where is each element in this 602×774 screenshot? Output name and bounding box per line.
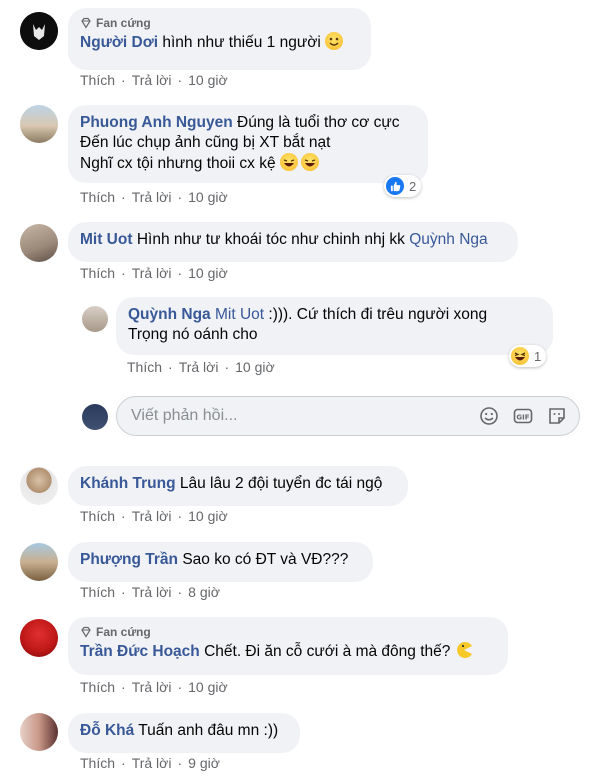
comment-bubble: Khánh Trung Lâu lâu 2 đội tuyển đc tái n…: [68, 466, 408, 506]
avatar[interactable]: [20, 467, 58, 505]
like-link[interactable]: Thích: [80, 508, 115, 524]
laughing-emoji-icon: [279, 153, 298, 171]
emoji-icon[interactable]: [479, 406, 499, 426]
avatar[interactable]: [20, 713, 58, 751]
reply-link[interactable]: Trả lời: [132, 755, 172, 771]
avatar[interactable]: [20, 224, 58, 262]
comment-text: hình như thiếu 1 người: [162, 34, 321, 51]
avatar[interactable]: [20, 12, 58, 50]
comment-author[interactable]: Trần Đức Hoạch: [80, 643, 200, 660]
comment-time[interactable]: 10 giờ: [188, 72, 228, 88]
reply-link[interactable]: Trả lời: [132, 679, 172, 695]
laughing-emoji-icon: [300, 153, 319, 171]
comment-time[interactable]: 10 giờ: [188, 679, 228, 695]
comment-text: Tuấn anh đâu mn :)): [138, 722, 279, 739]
comment-actions: Thích · Trả lời · 10 giờ: [80, 265, 228, 281]
comment-time[interactable]: 10 giờ: [235, 359, 275, 375]
reaction-summary[interactable]: 2: [384, 175, 422, 197]
fan-badge: Fan cứng: [80, 625, 496, 639]
avatar[interactable]: [20, 105, 58, 143]
reply-link[interactable]: Trả lời: [132, 189, 172, 205]
comment-text: Lâu lâu 2 đội tuyển đc tái ngộ: [179, 475, 383, 492]
comment-actions: Thích · Trả lời · 10 giờ: [80, 72, 228, 88]
comment-text: Sao ko có ĐT và VĐ???: [182, 551, 349, 568]
badge-label: Fan cứng: [96, 16, 151, 30]
like-link[interactable]: Thích: [80, 189, 115, 205]
comment-text: Chết. Đi ăn cỗ cưới à mà đông thế?: [204, 643, 451, 660]
comment-line: Đúng là tuổi thơ cơ cực: [237, 114, 400, 131]
comment-author[interactable]: Phượng Trần: [80, 551, 178, 568]
comment-line: Trọng nó oánh cho: [128, 326, 258, 343]
like-reaction-icon: [386, 177, 404, 195]
pacman-emoji-icon: [455, 641, 473, 659]
comment-author[interactable]: Quỳnh Nga: [128, 306, 211, 323]
comment-text: Hình như tư khoái tóc như chinh nhj kk: [136, 231, 405, 248]
reaction-count: 1: [534, 348, 542, 364]
reaction-count: 2: [409, 178, 417, 194]
comment-bubble: Mit Uot Hình như tư khoái tóc như chinh …: [68, 222, 518, 262]
comment-actions: Thích · Trả lời · 10 giờ: [80, 679, 228, 695]
comment-author[interactable]: Đỗ Khá: [80, 722, 134, 739]
comment-author[interactable]: Người Dơi: [80, 34, 158, 51]
comment-bubble: Đỗ Khá Tuấn anh đâu mn :)): [68, 713, 300, 753]
diamond-icon: [81, 17, 91, 29]
reply-link[interactable]: Trả lời: [132, 584, 172, 600]
like-link[interactable]: Thích: [80, 679, 115, 695]
reply-link[interactable]: Trả lời: [132, 265, 172, 281]
reply-input[interactable]: Viết phản hồi... GIF: [116, 396, 580, 436]
comment-actions: Thích · Trả lời · 10 giờ: [80, 508, 228, 524]
comment-actions: Thích · Trả lời · 10 giờ: [80, 189, 228, 205]
current-user-avatar: [82, 404, 108, 430]
svg-text:GIF: GIF: [516, 414, 529, 422]
comment-time[interactable]: 8 giờ: [188, 584, 220, 600]
comment-time[interactable]: 10 giờ: [188, 189, 228, 205]
comment-actions: Thích · Trả lời · 9 giờ: [80, 755, 220, 771]
comment-author[interactable]: Khánh Trung: [80, 475, 176, 492]
avatar[interactable]: [20, 543, 58, 581]
reply-link[interactable]: Trả lời: [132, 508, 172, 524]
like-link[interactable]: Thích: [80, 265, 115, 281]
comment-bubble: Phuong Anh Nguyen Đúng là tuổi thơ cơ cự…: [68, 105, 428, 183]
avatar[interactable]: [20, 619, 58, 657]
like-link[interactable]: Thích: [127, 359, 162, 375]
reply-bubble: Quỳnh Nga Mit Uot :))). Cứ thích đi trêu…: [116, 297, 553, 355]
comment-time[interactable]: 9 giờ: [188, 755, 220, 771]
comment-actions: Thích · Trả lời · 8 giờ: [80, 584, 220, 600]
comment-author[interactable]: Mit Uot: [80, 231, 133, 248]
comment-line: Nghĩ cx tội nhưng thoii cx kệ: [80, 155, 276, 172]
like-link[interactable]: Thích: [80, 584, 115, 600]
comment-line: :))). Cứ thích đi trêu người xong: [268, 306, 488, 323]
comment-actions: Thích · Trả lời · 10 giờ: [127, 359, 275, 375]
fan-badge: Fan cứng: [80, 16, 359, 30]
haha-reaction-icon: [511, 347, 529, 365]
comment-bubble: Phượng Trần Sao ko có ĐT và VĐ???: [68, 542, 373, 582]
gif-icon[interactable]: GIF: [513, 406, 533, 426]
sticker-icon[interactable]: [547, 406, 567, 426]
reply-link[interactable]: Trả lời: [179, 359, 219, 375]
comment-time[interactable]: 10 giờ: [188, 265, 228, 281]
avatar[interactable]: [82, 306, 108, 332]
comment-bubble: Fan cứng Trần Đức Hoạch Chết. Đi ăn cỗ c…: [68, 617, 508, 675]
reply-placeholder: Viết phản hồi...: [131, 407, 238, 424]
mention-link[interactable]: Mit Uot: [215, 306, 264, 323]
badge-label: Fan cứng: [96, 625, 151, 639]
mention-link[interactable]: Quỳnh Nga: [409, 231, 487, 248]
comment-author[interactable]: Phuong Anh Nguyen: [80, 114, 233, 131]
comment-bubble: Fan cứng Người Dơi hình như thiếu 1 ngườ…: [68, 8, 371, 70]
comment-time[interactable]: 10 giờ: [188, 508, 228, 524]
comment-line: Đến lúc chụp ảnh cũng bị XT bắt nạt: [80, 134, 331, 151]
diamond-icon: [81, 626, 91, 638]
like-link[interactable]: Thích: [80, 72, 115, 88]
like-link[interactable]: Thích: [80, 755, 115, 771]
reaction-summary[interactable]: 1: [509, 345, 547, 367]
smile-emoji-icon: [325, 32, 344, 50]
reply-link[interactable]: Trả lời: [132, 72, 172, 88]
reply-tools: GIF: [479, 406, 567, 426]
